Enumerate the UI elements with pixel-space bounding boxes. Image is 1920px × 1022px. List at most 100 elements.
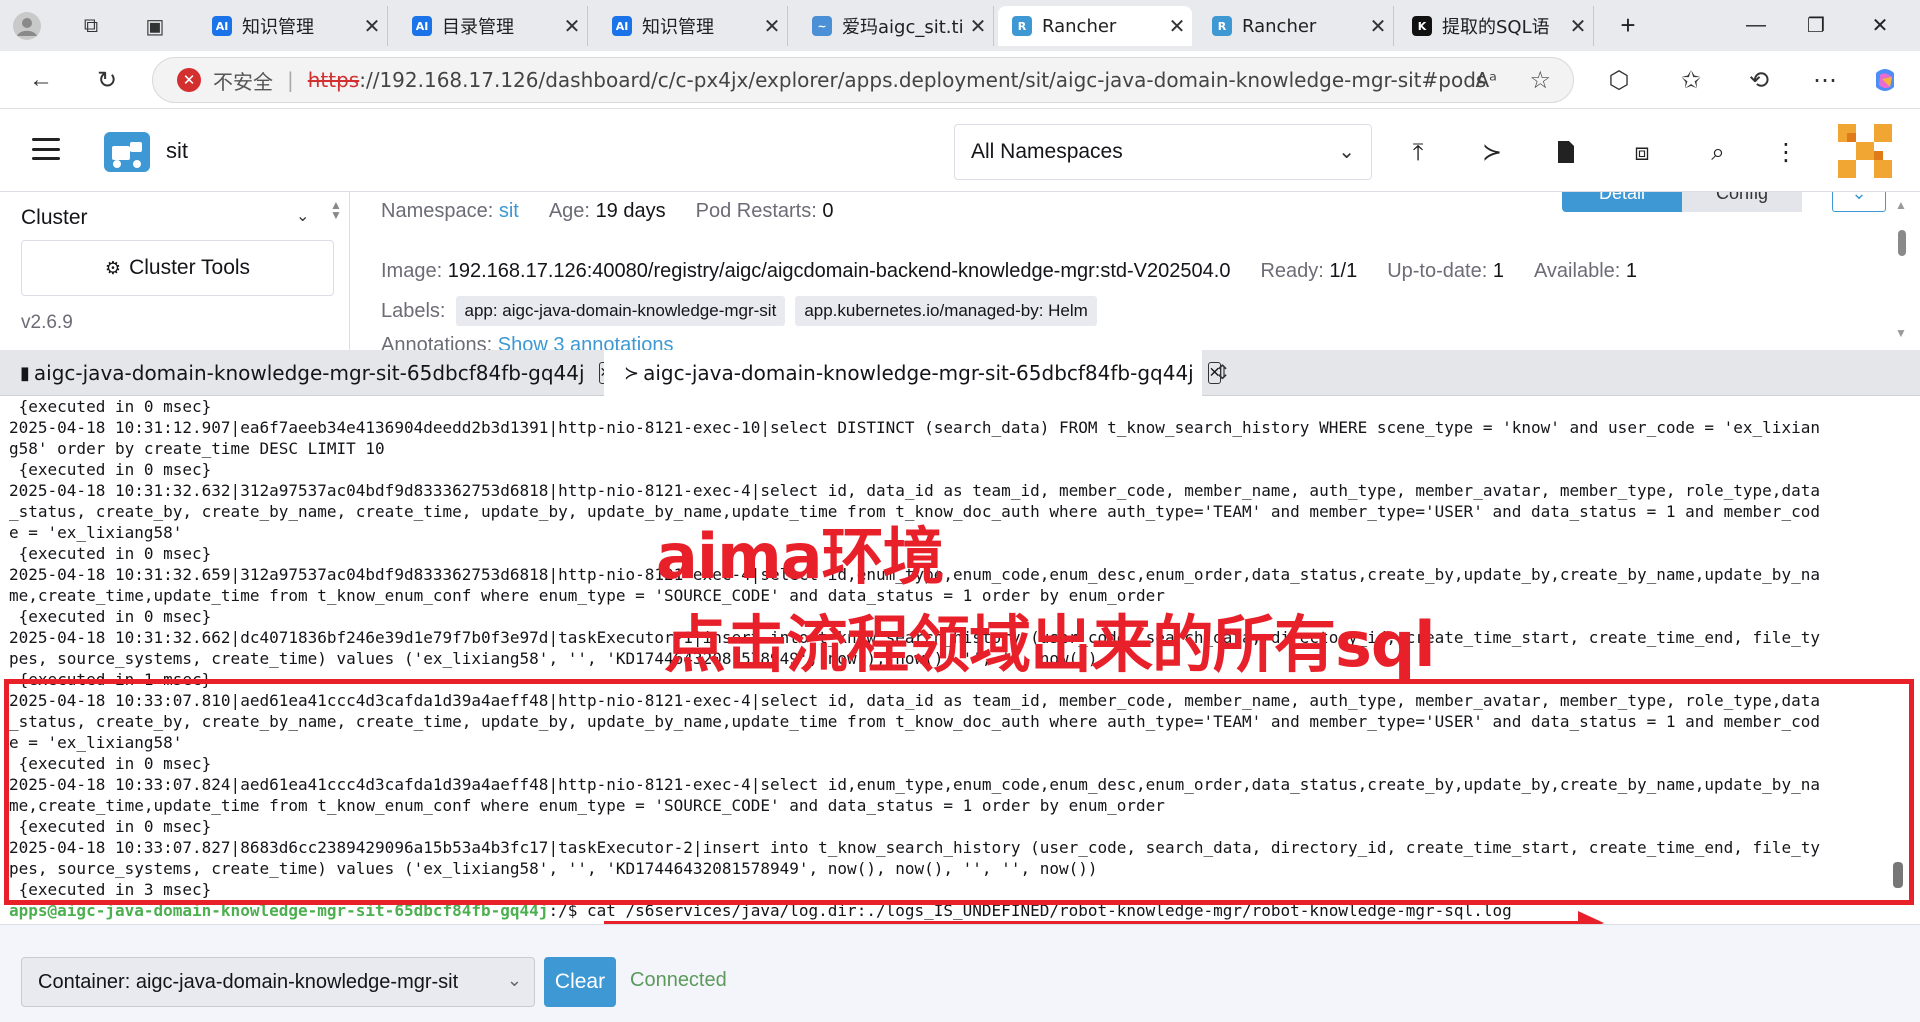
menu-hamburger-icon[interactable] — [32, 138, 60, 160]
namespace-select[interactable]: All Namespaces ⌄ — [954, 124, 1372, 180]
close-icon[interactable]: ✕ — [963, 14, 993, 38]
detail-button[interactable]: Detail — [1562, 192, 1682, 212]
terminal-line: {executed in 0 msec} — [9, 817, 212, 836]
terminal-line: _status, create_by, create_by_name, crea… — [9, 502, 1820, 521]
browser-tab-2[interactable]: AI 目录管理 ✕ — [398, 6, 588, 46]
read-aloud-icon[interactable]: Aᵃ — [1475, 68, 1497, 92]
terminal-line: e = 'ex_lixiang58' — [9, 733, 183, 752]
labels-label: Labels: — [381, 299, 446, 322]
divider: | — [287, 68, 294, 92]
insecure-label[interactable]: 不安全 — [213, 66, 273, 95]
expand-collapse-icon[interactable]: ⇕ — [1214, 360, 1231, 385]
minimize-icon[interactable]: — — [1736, 8, 1776, 42]
insecure-warning-icon[interactable]: ✕ — [177, 68, 201, 92]
terminal-line: g58' order by create_time DESC LIMIT 10 — [9, 439, 385, 458]
terminal-line: 2025-04-18 10:33:07.810|aed61ea41ccc4d3c… — [9, 691, 1820, 710]
labels-row: Labels: app: aigc-java-domain-knowledge-… — [381, 296, 1097, 326]
prompt-path: :/$ — [548, 901, 587, 920]
history-icon[interactable]: ⟲ — [1740, 61, 1778, 99]
rancher-header: sit All Namespaces ⌄ ⤒ ≻ ⧈ ⌕ ⋮ — [0, 110, 1920, 192]
available-label: Available: — [1533, 260, 1621, 282]
restarts-field: Pod Restarts: 0 — [696, 200, 834, 223]
favorites-icon[interactable]: ✩ — [1672, 61, 1710, 99]
terminal-line: {executed in 0 msec} — [9, 544, 212, 563]
avatar[interactable] — [1838, 124, 1892, 178]
gear-icon: ⚙ — [104, 257, 122, 278]
tab-favicon: K — [1412, 16, 1432, 36]
profile-icon[interactable] — [10, 9, 44, 43]
available-field: Available: 1 — [1534, 260, 1637, 283]
terminal-scrollbar[interactable] — [1890, 396, 1906, 924]
terminal-line: pes, source_systems, create_time) values… — [9, 859, 1098, 878]
show-annotations-link[interactable]: Show 3 annotations — [498, 334, 674, 350]
browser-tab-5-active[interactable]: R Rancher ✕ — [998, 6, 1192, 46]
workspaces-icon[interactable]: ⧉ — [74, 9, 108, 43]
cluster-group-label[interactable]: Cluster — [21, 206, 88, 230]
ready-label: Ready: — [1260, 260, 1324, 282]
terminal-command: cat /s6services/java/log.dir:./logs_IS_U… — [586, 901, 1512, 920]
shell-icon[interactable]: ≻ — [1474, 134, 1510, 170]
close-icon[interactable]: ✕ — [557, 14, 587, 38]
image-field: Image: 192.168.17.126:40080/registry/aig… — [381, 260, 1230, 283]
upload-icon[interactable]: ⤒ — [1400, 134, 1436, 170]
tab-title: 爱玛aigc_sit.ti — [842, 17, 963, 38]
config-button[interactable]: Config — [1682, 192, 1802, 212]
browser-tab-7[interactable]: K 提取的SQL语 ✕ — [1398, 6, 1594, 46]
logs-tab[interactable]: ▮ aigc-java-domain-knowledge-mgr-sit-65d… — [0, 350, 613, 396]
more-menu-icon[interactable]: ⋯ — [1806, 61, 1844, 99]
close-icon[interactable]: ✕ — [357, 14, 387, 38]
close-icon[interactable]: ✕ — [1363, 14, 1393, 38]
terminal-line: 2025-04-18 10:33:07.824|aed61ea41ccc4d3c… — [9, 775, 1820, 794]
copy-config-icon[interactable]: ⧈ — [1624, 134, 1660, 170]
close-icon[interactable]: ✕ — [1162, 14, 1192, 38]
tab-favicon: AI — [412, 16, 432, 36]
tab-favicon: AI — [612, 16, 632, 36]
annotations-label: Annotations: — [381, 334, 493, 350]
tab-title: Rancher — [1242, 15, 1317, 37]
extensions-icon[interactable]: ⬡ — [1600, 61, 1638, 99]
browser-tab-3[interactable]: AI 知识管理 ✕ — [598, 6, 788, 46]
shell-tab-active[interactable]: ≻ aigc-java-domain-knowledge-mgr-sit-65d… — [604, 350, 1222, 396]
url-text: ://192.168.17.126/dashboard/c/c-px4jx/ex… — [359, 68, 1487, 92]
terminal-line: {executed in 0 msec} — [9, 754, 212, 773]
tab-title: 提取的SQL语 — [1442, 17, 1550, 38]
copilot-icon[interactable] — [1866, 61, 1904, 99]
vertical-tabs-icon[interactable]: ▣ — [138, 9, 172, 43]
connection-status: Connected — [630, 969, 727, 991]
browser-tab-4[interactable]: ~ 爱玛aigc_sit.ti ✕ — [798, 6, 994, 46]
browser-tab-1[interactable]: AI 知识管理 ✕ — [198, 6, 388, 46]
namespace-link[interactable]: sit — [499, 200, 519, 222]
cluster-tools-label: Cluster Tools — [129, 256, 251, 279]
ready-value: 1/1 — [1329, 260, 1358, 282]
favorite-star-icon[interactable]: ☆ — [1529, 66, 1551, 94]
terminal-line: 2025-04-18 10:31:12.907|ea6f7aeeb34e4136… — [9, 418, 1820, 437]
cluster-tools-button[interactable]: ⚙ Cluster Tools — [21, 240, 334, 296]
address-bar[interactable]: ✕ 不安全 | https ://192.168.17.126/dashboar… — [152, 57, 1574, 103]
chevron-down-icon[interactable]: ⌄ — [296, 206, 309, 226]
details-scrollbar[interactable]: ▲ ▼ — [1893, 198, 1909, 348]
actions-dropdown-button[interactable]: ⌄ — [1832, 192, 1886, 212]
close-icon[interactable]: ✕ — [1563, 14, 1593, 38]
scroll-arrows-icon[interactable]: ▲ ▼ — [330, 199, 342, 221]
annotation-line-1: aima环境 — [656, 520, 945, 593]
close-window-icon[interactable]: ✕ — [1860, 8, 1900, 42]
browser-tab-6[interactable]: R Rancher ✕ — [1198, 6, 1394, 46]
clear-button[interactable]: Clear — [544, 957, 616, 1007]
file-icon[interactable] — [1548, 134, 1584, 170]
restore-icon[interactable]: ❐ — [1796, 8, 1836, 42]
deployment-details: Detail Config ⌄ Namespace: sit Age: 19 d… — [350, 192, 1920, 350]
side-nav: Cluster ⌄ ▲ ▼ ⚙ Cluster Tools v2.6.9 — [0, 192, 350, 350]
new-tab-button[interactable]: + — [1608, 8, 1648, 42]
refresh-icon[interactable]: ↻ — [88, 61, 126, 99]
cluster-name[interactable]: sit — [166, 138, 188, 164]
shell-tab-bar: ▮ aigc-java-domain-knowledge-mgr-sit-65d… — [0, 350, 1920, 396]
container-select[interactable]: Container: aigc-java-domain-knowledge-mg… — [21, 957, 535, 1007]
terminal-line: e = 'ex_lixiang58' — [9, 523, 183, 542]
terminal-line: {executed in 0 msec} — [9, 397, 212, 416]
close-icon[interactable]: ✕ — [757, 14, 787, 38]
label-chip: app.kubernetes.io/managed-by: Helm — [795, 296, 1097, 326]
ready-field: Ready: 1/1 — [1260, 260, 1357, 283]
search-icon[interactable]: ⌕ — [1700, 134, 1736, 170]
back-icon[interactable]: ← — [22, 61, 60, 99]
more-icon[interactable]: ⋮ — [1768, 134, 1804, 170]
